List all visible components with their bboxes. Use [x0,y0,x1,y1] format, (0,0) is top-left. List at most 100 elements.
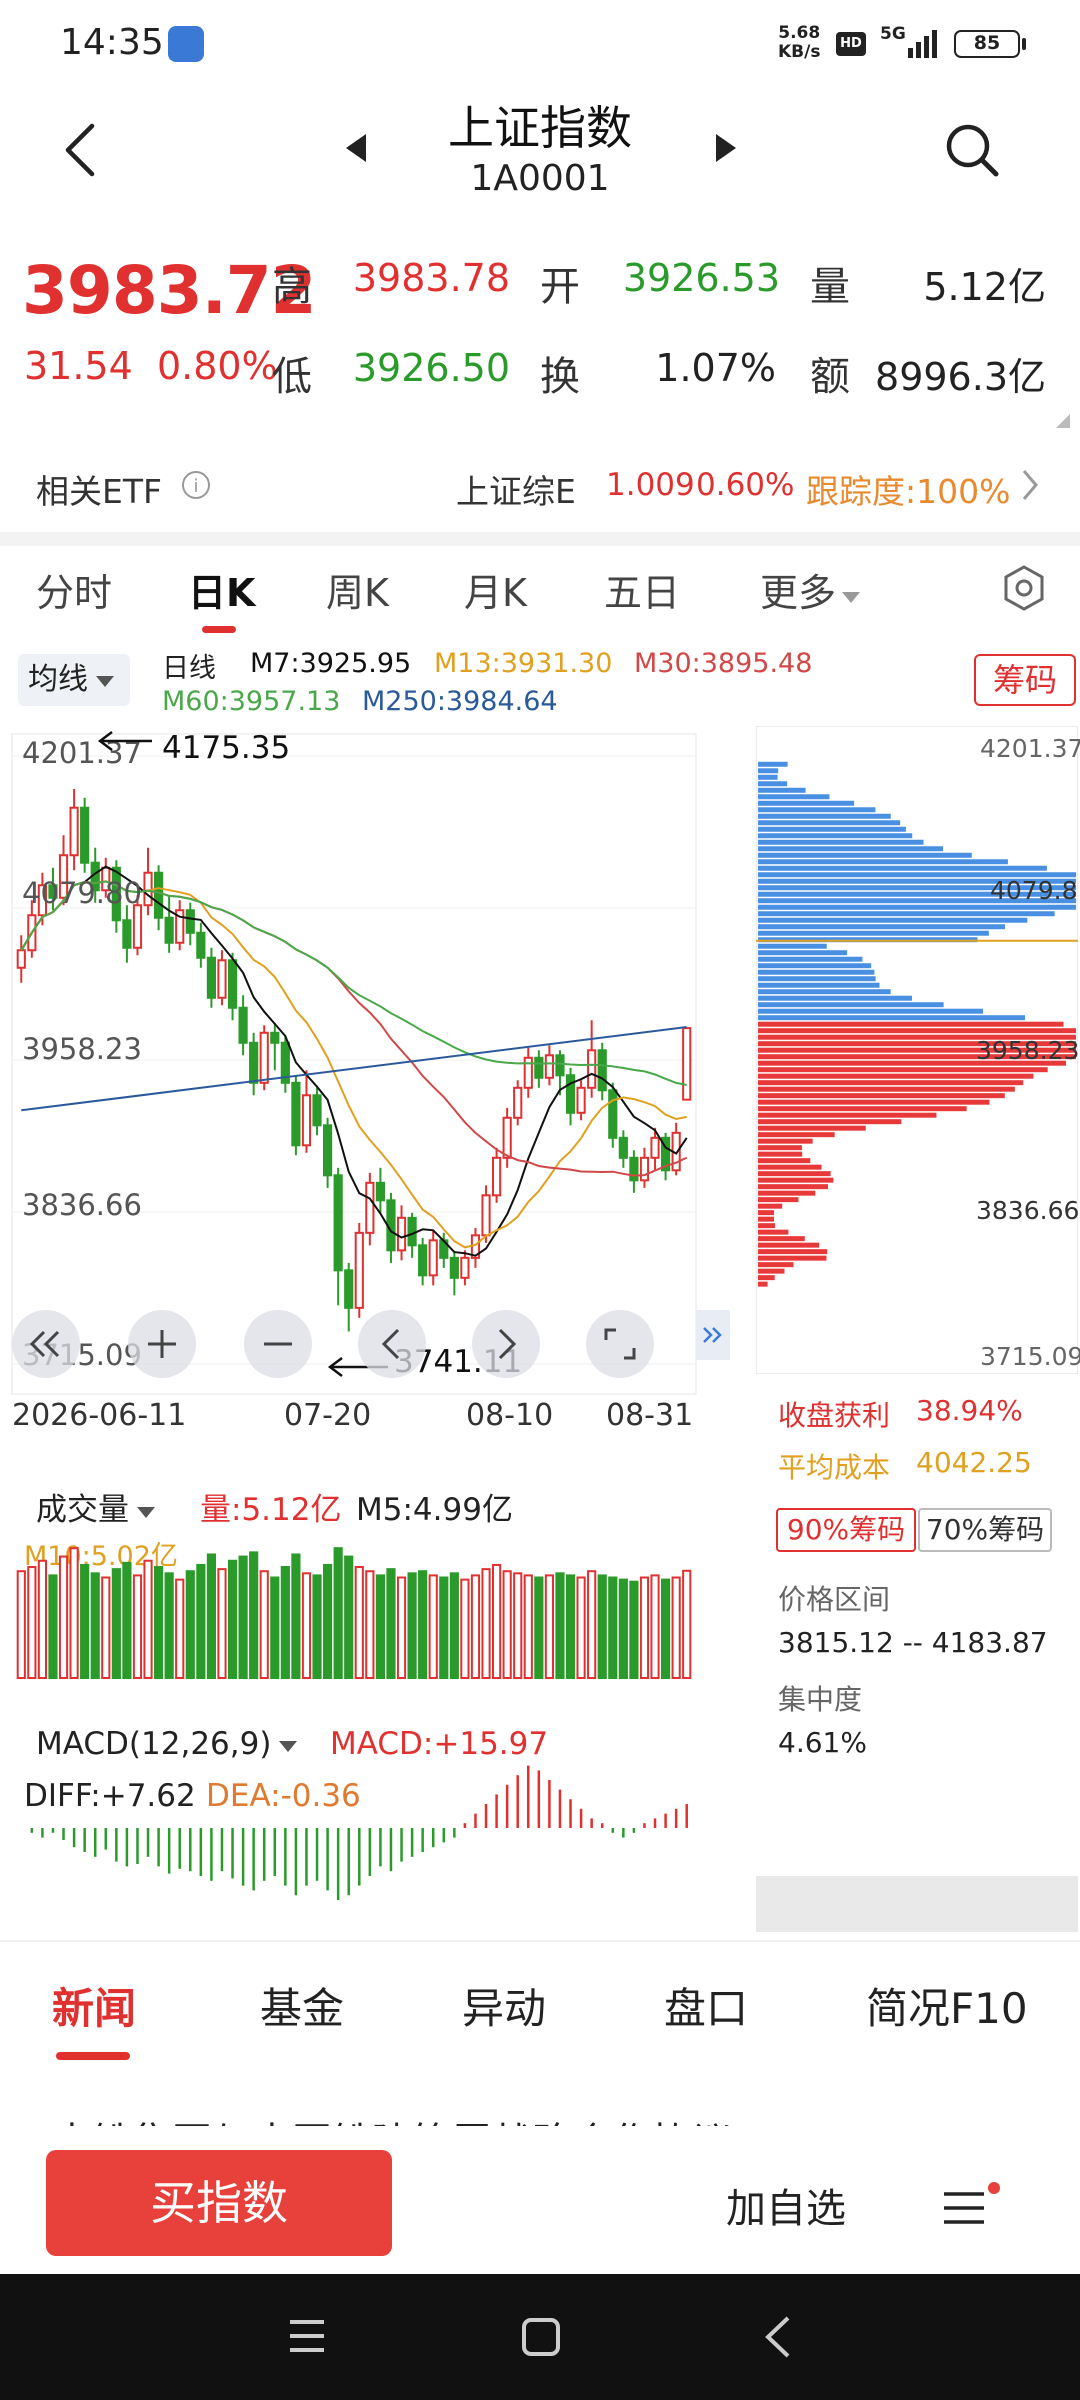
scroll-left-button[interactable] [358,1310,426,1378]
app-notification-icon [168,26,204,62]
zoom-in-button[interactable] [128,1310,196,1378]
menu-button[interactable] [940,2180,1000,2232]
page-title: 上证指数 [448,101,632,155]
tab-more[interactable]: 更多 [760,562,862,617]
menu-icon [944,2182,1000,2224]
hd-icon: HD [836,32,866,56]
chip-bar [758,1067,1048,1073]
chip-bar [758,1242,820,1248]
candle-body [608,1089,618,1139]
chip-distribution-button[interactable]: 筹码 [974,654,1076,706]
date-axis-label: 08-31 [606,1398,694,1433]
search-button[interactable] [940,118,1004,182]
candle-body [629,1156,639,1182]
section-divider [0,532,1080,546]
candle-body [122,919,132,949]
chip-bar [758,1223,775,1229]
date-axis-label: 08-10 [466,1398,554,1433]
zoom-out-button[interactable] [244,1310,312,1378]
related-etf-row[interactable]: 相关ETF i 上证综E 1.009 0.60% 跟踪度:100% [0,445,1080,531]
candle-body [460,1256,470,1279]
volume-bar [270,1576,280,1679]
triangle-right-icon [716,134,736,162]
recent-apps-icon[interactable] [284,2314,332,2360]
volume-value: 5.12亿 [923,265,1046,309]
volume-bar [259,1570,269,1679]
chip-bar [758,813,891,819]
candle-body [365,1181,375,1234]
tab-intraday[interactable]: 分时 [36,562,112,617]
volume-bar [143,1559,153,1679]
caret-down-icon [96,676,114,687]
ma-select-label: 均线 [28,662,88,697]
candle-body [333,1174,343,1272]
candle-body [16,949,26,969]
concentration-label: 集中度 [778,1683,863,1716]
candle-body [69,806,79,857]
volume-bar [164,1572,174,1679]
tab-five-day[interactable]: 五日 [604,562,680,617]
signal-5g-label: 5G [880,24,906,44]
chip-bar [758,1275,775,1281]
etf-label: 相关ETF [36,472,162,511]
chip-bar [758,846,944,852]
chip-bar [758,1190,816,1196]
tab-daily-k[interactable]: 日K [188,562,255,617]
price-axis-label: 3836.66 [22,1188,142,1222]
volume-bar [27,1566,37,1679]
home-icon[interactable] [518,2314,564,2360]
system-nav-bar [0,2274,1080,2400]
candle-body [492,1156,502,1197]
etf-tracking: 跟踪度:100% [806,472,1011,511]
candle-body [291,1081,301,1147]
candle-body [597,1049,607,1092]
tab-fund[interactable]: 基金 [260,1975,344,2036]
settings-hexagon-icon[interactable] [1000,564,1048,612]
ma-select-dropdown[interactable]: 均线 [18,654,130,706]
chip-bar [758,1015,1025,1021]
back-button[interactable] [56,118,104,182]
info-icon[interactable]: i [180,469,212,501]
tab-news[interactable]: 新闻 [52,1975,136,2036]
back-nav-icon[interactable] [758,2312,798,2362]
fullscreen-button[interactable] [586,1310,654,1378]
tab-order-book[interactable]: 盘口 [664,1975,748,2036]
chip-bar [758,1086,1015,1092]
volume-bar [492,1563,502,1679]
chip-bar [758,1132,835,1138]
zoom-out-full-button[interactable] [12,1310,80,1378]
volume-bar [565,1574,576,1679]
volume-bar [502,1570,512,1679]
previous-stock-button[interactable] [338,128,372,168]
etf-price: 1.009 [606,467,695,503]
volume-bar [154,1566,164,1679]
tab-anomaly[interactable]: 异动 [462,1975,546,2036]
candle-body [217,959,227,999]
chip-timeline-bar[interactable] [756,1876,1078,1932]
next-stock-button[interactable] [710,128,744,168]
candle-body [428,1239,438,1277]
buy-index-button[interactable]: 买指数 [46,2150,392,2256]
volume-bar [132,1574,143,1679]
chip-90-button[interactable]: 90%筹码 [776,1508,916,1552]
tab-weekly-k[interactable]: 周K [326,562,389,617]
chip-70-button[interactable]: 70%筹码 [918,1508,1052,1552]
volume-bar [301,1572,312,1679]
chip-bar [758,820,901,826]
chip-bar [758,859,1008,865]
avg-cost-label: 平均成本 [778,1451,891,1484]
tab-profile-f10[interactable]: 简况F10 [866,1975,1028,2036]
candle-body [132,904,143,949]
candle-body [544,1054,554,1079]
scroll-right-button[interactable] [472,1310,540,1378]
add-watchlist-button[interactable]: 加自选 [726,2176,846,2234]
volume-bar [618,1578,628,1679]
chip-bar [758,774,778,780]
chip-axis-label: 3836.66 [976,1196,1080,1225]
expand-panel-button[interactable] [696,1310,730,1360]
chip-bar [758,1021,1064,1027]
volume-select[interactable]: 成交量 [36,1484,159,1529]
tab-monthly-k[interactable]: 月K [464,562,527,617]
chip-bar [758,1093,1005,1099]
volume-bar [396,1576,407,1679]
